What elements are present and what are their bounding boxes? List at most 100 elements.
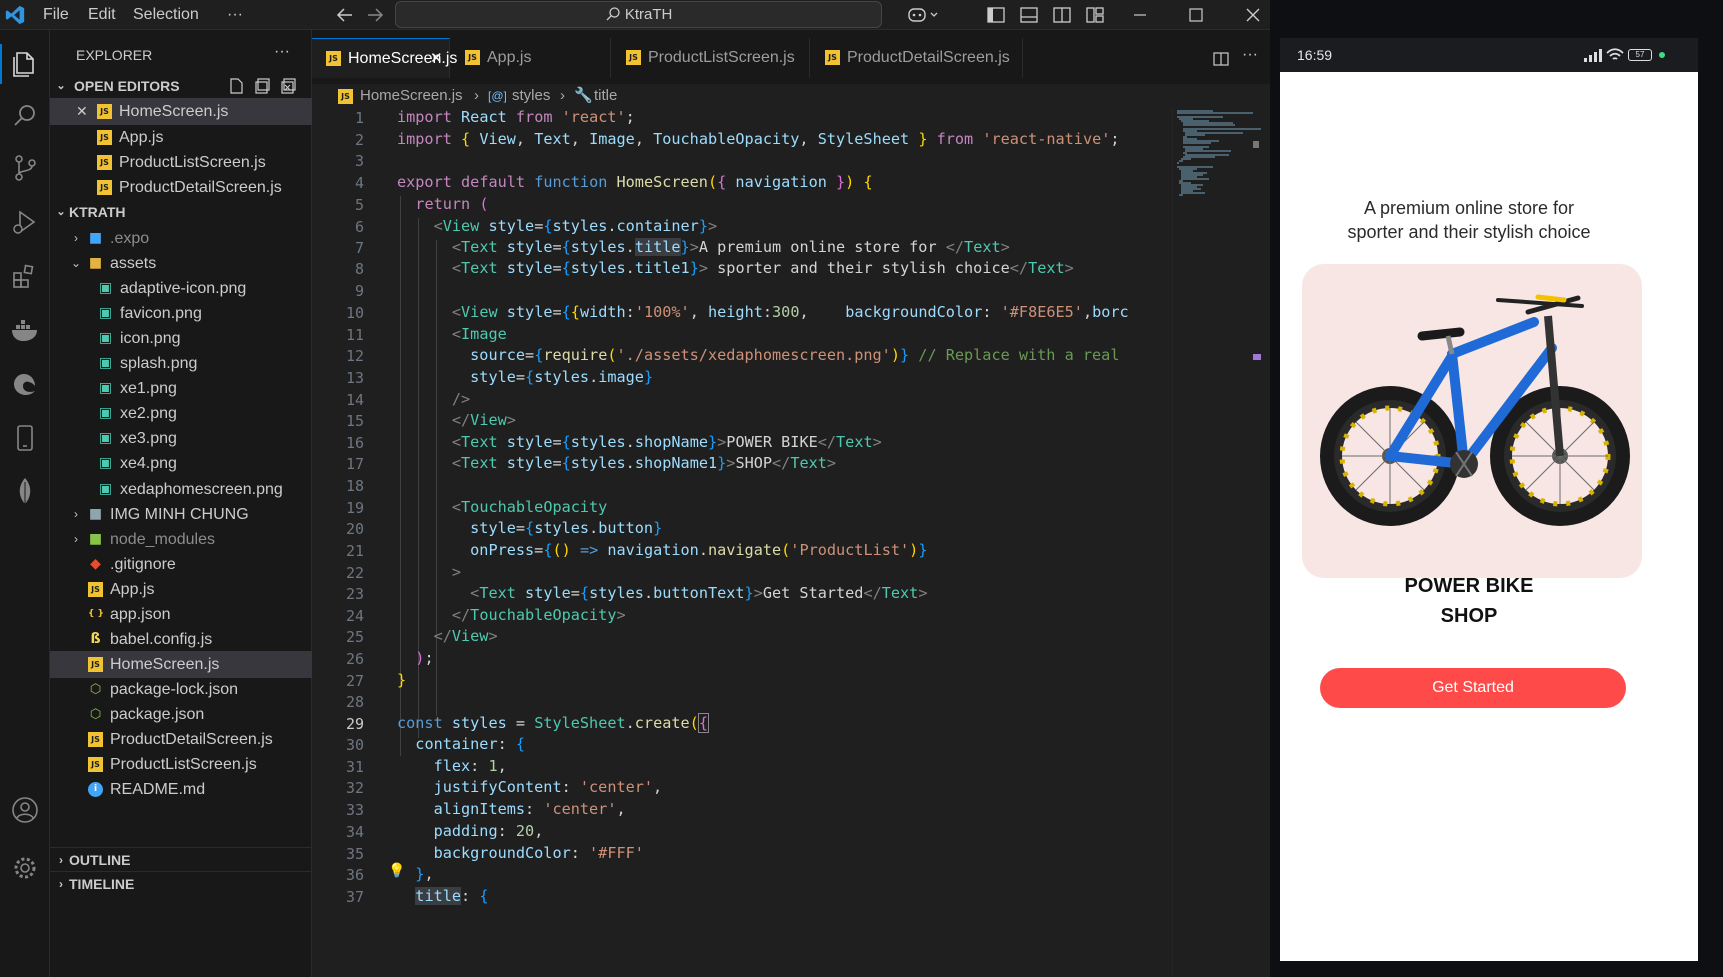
- folder-icon: ■: [88, 530, 103, 547]
- tree-item[interactable]: ß babel.config.js: [50, 626, 312, 653]
- source-control-icon[interactable]: [5, 148, 45, 188]
- menu-edit[interactable]: Edit: [88, 6, 116, 24]
- tree-item-label: package.json: [110, 705, 205, 723]
- close-icon[interactable]: ✕: [76, 98, 88, 125]
- line-number: 17: [345, 455, 364, 473]
- tree-item[interactable]: ⬡ package-lock.json: [50, 676, 312, 703]
- image-file-icon: ▣: [98, 480, 113, 497]
- new-file-icon[interactable]: [228, 77, 246, 95]
- tree-item[interactable]: ▣ adaptive-icon.png: [50, 275, 312, 302]
- explorer-icon[interactable]: [5, 44, 45, 84]
- mongodb-leaf-icon[interactable]: [5, 472, 45, 512]
- code-line: <Image: [451, 325, 507, 343]
- tree-item[interactable]: › ■ node_modules: [50, 526, 312, 553]
- extensions-icon[interactable]: [5, 256, 45, 296]
- outline-header[interactable]: › OUTLINE: [50, 847, 312, 871]
- tree-item[interactable]: i README.md: [50, 776, 312, 803]
- command-center-search[interactable]: KtraTH: [395, 1, 882, 28]
- code-line: container: {: [415, 735, 526, 753]
- tree-item[interactable]: JS ProductListScreen.js: [50, 751, 312, 778]
- menu-selection[interactable]: Selection: [133, 6, 199, 24]
- forward-arrow-icon[interactable]: [364, 5, 386, 25]
- toggle-sidebar-icon[interactable]: [985, 5, 1007, 25]
- line-number: 23: [345, 585, 364, 603]
- get-started-button[interactable]: Get Started: [1320, 668, 1626, 708]
- bike-image: [1320, 294, 1630, 526]
- tree-item[interactable]: › ■ IMG MINH CHUNG: [50, 501, 312, 528]
- project-header[interactable]: ⌄ KTRATH: [50, 200, 312, 224]
- breadcrumb-symbol[interactable]: title: [594, 84, 617, 108]
- open-editor-label: HomeScreen.js: [119, 103, 229, 120]
- breadcrumb-symbol[interactable]: styles: [512, 84, 550, 108]
- tree-item[interactable]: ▣ xe3.png: [50, 425, 312, 452]
- tree-item[interactable]: ▣ xedaphomescreen.png: [50, 476, 312, 503]
- open-editor-item[interactable]: JS ProductDetailScreen.js: [50, 174, 312, 201]
- explorer-more-button[interactable]: ···: [274, 43, 290, 61]
- lightbulb-icon[interactable]: 💡: [388, 862, 405, 879]
- tree-item[interactable]: ▣ splash.png: [50, 350, 312, 377]
- timeline-header[interactable]: › TIMELINE: [50, 871, 312, 895]
- menu-file[interactable]: File: [43, 6, 69, 24]
- code-editor[interactable]: 1 2 3 4 5 6 7 8 9 10 11 12 13 14 15 16 17 18 19 20 21 22 23 24 2…: [312, 108, 1270, 977]
- tree-item[interactable]: ▣ icon.png: [50, 325, 312, 352]
- settings-gear-icon[interactable]: [5, 848, 45, 888]
- json-file-icon: { }: [88, 608, 104, 619]
- docker-icon[interactable]: [5, 310, 45, 350]
- tree-item[interactable]: ▣ xe1.png: [50, 375, 312, 402]
- tree-item[interactable]: ⌄ ■ assets: [50, 250, 312, 277]
- close-window-icon[interactable]: [1242, 5, 1264, 25]
- tab-app[interactable]: JS App.js: [451, 38, 611, 78]
- tab-homescreen[interactable]: JS HomeScreen.js ✕: [312, 38, 457, 79]
- code-line: }: [397, 671, 407, 689]
- tree-item[interactable]: { } app.json: [50, 601, 312, 628]
- accounts-icon[interactable]: [5, 790, 45, 830]
- code-line: </View>: [433, 627, 498, 645]
- open-editor-item[interactable]: ✕ JS HomeScreen.js: [50, 98, 312, 125]
- open-editors-header[interactable]: ⌄ OPEN EDITORS: [50, 74, 312, 98]
- back-arrow-icon[interactable]: [334, 5, 356, 25]
- toggle-secondary-sidebar-icon[interactable]: [1051, 5, 1073, 25]
- close-all-icon[interactable]: [280, 77, 298, 95]
- save-all-icon[interactable]: [254, 77, 272, 95]
- tree-item-label: App.js: [110, 580, 155, 598]
- minimize-icon[interactable]: [1129, 5, 1151, 25]
- tab-productlist[interactable]: JS ProductListScreen.js: [612, 38, 810, 78]
- tree-item[interactable]: ⬡ package.json: [50, 701, 312, 728]
- device-mobile-icon[interactable]: [5, 418, 45, 458]
- editor-more-button[interactable]: ···: [1242, 46, 1258, 64]
- edge-browser-icon[interactable]: [5, 364, 45, 404]
- close-icon[interactable]: ✕: [430, 39, 443, 79]
- minimap[interactable]: [1172, 108, 1261, 977]
- tree-item[interactable]: JS ProductDetailScreen.js: [50, 726, 312, 753]
- tree-item[interactable]: ▣ xe2.png: [50, 400, 312, 427]
- tree-item[interactable]: ▣ xe4.png: [50, 450, 312, 477]
- line-number: 13: [345, 369, 364, 387]
- tab-label: App.js: [487, 49, 532, 66]
- open-editor-item[interactable]: JS App.js: [50, 124, 312, 151]
- line-number: 35: [345, 845, 364, 863]
- search-icon[interactable]: [5, 96, 45, 136]
- split-editor-icon[interactable]: [1212, 50, 1230, 68]
- open-editor-label: App.js: [119, 129, 164, 146]
- customize-layout-icon[interactable]: [1084, 5, 1106, 25]
- copilot-icon[interactable]: [906, 5, 942, 25]
- line-number: 21: [345, 542, 364, 560]
- tab-productdetail[interactable]: JS ProductDetailScreen.js: [811, 38, 1023, 78]
- tree-item[interactable]: JS HomeScreen.js: [50, 650, 312, 678]
- toggle-panel-icon[interactable]: [1018, 5, 1040, 25]
- js-file-icon: JS: [465, 50, 480, 65]
- breadcrumb-file[interactable]: HomeScreen.js: [360, 84, 463, 108]
- maximize-icon[interactable]: [1185, 5, 1207, 25]
- chevron-right-icon: ›: [59, 877, 63, 891]
- tree-item-label: ProductListScreen.js: [110, 756, 257, 774]
- js-file-icon: JS: [97, 130, 112, 145]
- tree-item[interactable]: ▣ favicon.png: [50, 300, 312, 327]
- git-icon: ◆: [90, 555, 101, 572]
- run-debug-icon[interactable]: [5, 202, 45, 242]
- tree-item[interactable]: ◆ .gitignore: [50, 551, 312, 578]
- menu-more[interactable]: ···: [227, 6, 243, 24]
- tree-item[interactable]: JS App.js: [50, 576, 312, 603]
- charging-dot: [1659, 52, 1665, 58]
- open-editor-item[interactable]: JS ProductListScreen.js: [50, 149, 312, 176]
- tree-item[interactable]: › ■ .expo: [50, 225, 312, 252]
